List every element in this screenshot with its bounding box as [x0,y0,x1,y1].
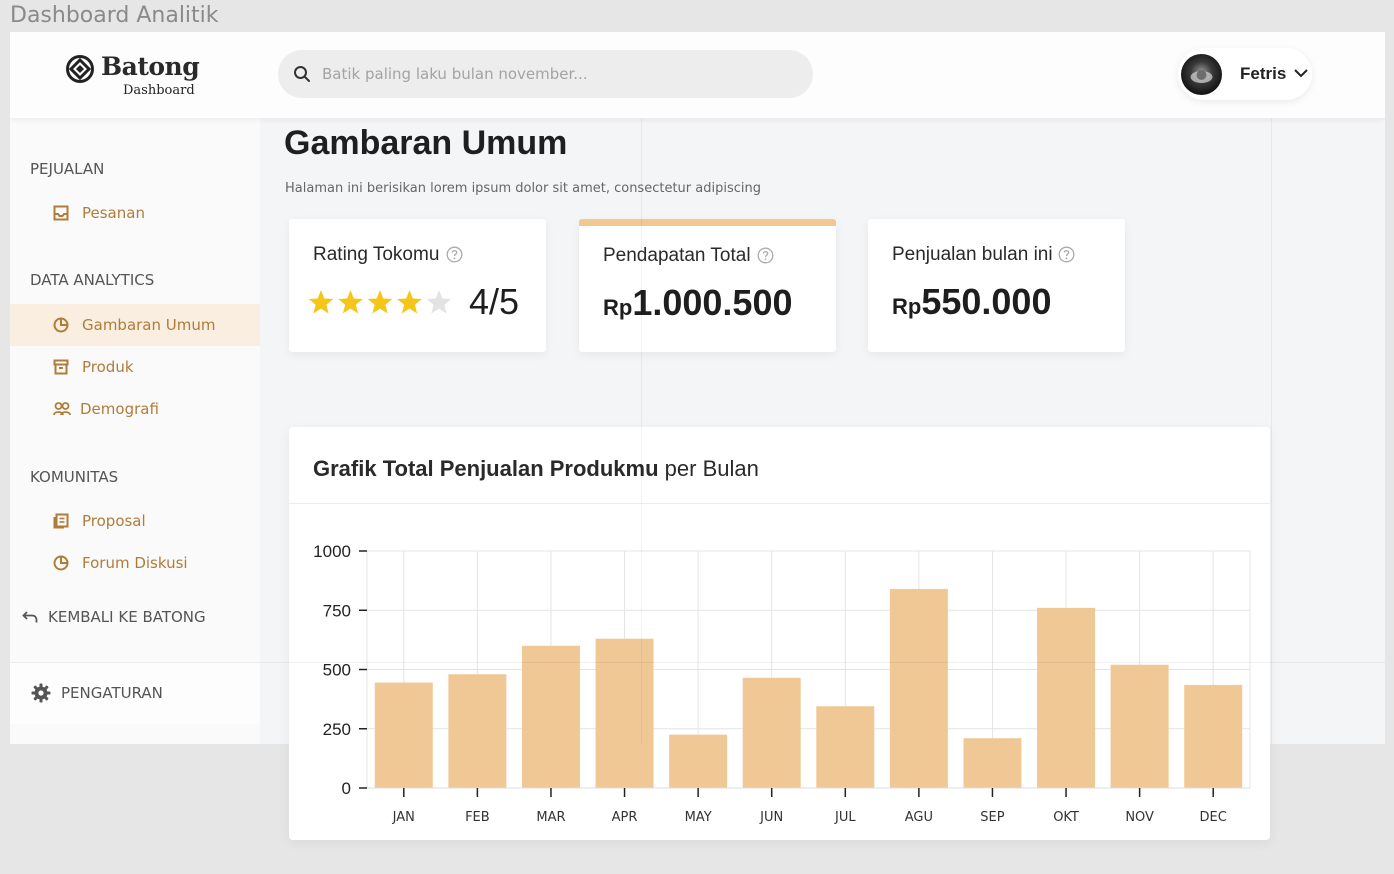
card-title: Pendapatan Total [603,245,751,266]
sidebar-section-sales: PEJUALAN [30,160,105,178]
back-arrow-icon [22,611,38,623]
sidebar-item-gambaran-umum[interactable]: Gambaran Umum [10,304,260,346]
x-tick-label: JUL [834,810,856,825]
sidebar-item-forum-diskusi[interactable]: Forum Diskusi [10,542,260,584]
star-empty-icon [426,290,452,314]
bar-nov [1110,664,1169,788]
gear-icon [31,683,51,703]
card-title: Penjualan bulan ini [892,244,1053,265]
y-tick-label: 750 [323,601,351,620]
star-rating [308,290,452,314]
sidebar: PEJUALAN Pesanan DATA ANALYTICS Gambaran… [10,118,260,744]
x-tick-label: JAN [392,810,415,825]
x-tick-label: MAR [536,810,565,825]
x-tick-label: OKT [1053,810,1079,825]
x-tick-label: NOV [1125,810,1154,825]
brand-logo[interactable]: Batong Dashboard [66,52,200,102]
sidebar-item-label: Demografi [80,400,159,418]
search-input[interactable] [322,50,792,98]
x-tick-label: MAY [685,810,712,825]
page-description: Halaman ini berisikan lorem ipsum dolor … [285,181,761,196]
revenue-card: Pendapatan Total Rp1.000.500 [579,219,836,352]
bar-may [669,734,728,788]
chevron-down-icon[interactable] [1294,68,1308,78]
bar-feb [448,674,507,788]
settings-button[interactable]: PENGATURAN [10,662,260,724]
bar-jun [742,677,801,788]
settings-label: PENGATURAN [61,684,163,702]
avatar [1181,54,1222,95]
page-title: Gambaran Umum [284,124,568,162]
sidebar-item-label: Gambaran Umum [82,316,216,334]
bar-jul [816,706,875,788]
y-tick-label: 0 [342,779,351,798]
bar-mar [521,645,580,788]
sidebar-item-proposal[interactable]: Proposal [10,500,260,542]
search-bar[interactable] [278,50,813,98]
help-icon[interactable] [446,246,463,263]
revenue-value: Rp1.000.500 [603,282,792,324]
user-name: Fetris [1240,64,1287,83]
help-icon[interactable] [757,247,774,264]
user-menu[interactable]: Fetris [1178,48,1312,100]
x-tick-label: JUN [759,810,783,825]
currency-label: Rp [603,295,633,320]
brand-subtitle: Dashboard [123,83,195,98]
sidebar-item-label: Pesanan [82,204,145,222]
sidebar-section-analytics: DATA ANALYTICS [30,271,155,289]
back-link-label: KEMBALI KE BATONG [48,608,206,626]
y-tick-label: 1000 [313,542,351,561]
x-tick-label: SEP [980,810,1004,825]
rating-card: Rating Tokomu 4/5 [289,219,546,352]
inbox-icon [53,205,69,221]
bar-chart: 0 250 500 750 1000 JAN FEB MAR APR MAY JUN JUL AGU SE… [313,542,1251,825]
sidebar-item-label: Proposal [82,512,146,530]
star-filled-icon [308,290,334,314]
bar-agu [889,588,948,788]
search-icon [294,66,310,82]
y-tick-label: 250 [323,720,351,739]
x-tick-label: DEC [1200,810,1227,825]
logo-diamond-icon [66,55,94,83]
amount: 550.000 [921,281,1052,322]
bar-sep [963,738,1022,788]
sidebar-item-demografi[interactable]: Demografi [10,388,260,430]
help-icon[interactable] [1058,246,1075,263]
back-to-batong-link[interactable]: KEMBALI KE BATONG [22,604,242,634]
document-icon [53,513,69,529]
sidebar-section-community: KOMUNITAS [30,468,119,486]
bar-dec [1184,684,1243,788]
star-filled-icon [338,290,363,314]
brand-name: Batong [101,52,200,81]
window-title: Dashboard Analitik [10,3,219,28]
bar-jan [374,682,433,788]
sidebar-item-pesanan[interactable]: Pesanan [10,192,260,234]
card-title: Rating Tokomu [313,244,440,265]
sidebar-item-produk[interactable]: Produk [10,346,260,388]
top-bar: Batong Dashboard Fetris [10,32,1385,118]
y-tick-label: 500 [323,661,351,680]
monthly-sales-card: Penjualan bulan ini Rp550.000 [868,219,1125,352]
bar-okt [1037,607,1096,788]
bar-apr [595,638,654,788]
pie-chart-icon [53,555,69,571]
x-tick-label: FEB [465,810,490,825]
sales-value: Rp550.000 [892,281,1051,323]
x-tick-label: APR [612,810,638,825]
star-filled-icon [367,290,393,314]
amount: 1.000.500 [632,282,793,323]
x-tick-label: AGU [905,810,933,825]
sales-chart-card: Grafik Total Penjualan Produkmu per Bula… [289,427,1270,840]
sidebar-item-label: Forum Diskusi [82,554,188,572]
pie-chart-icon [53,317,69,333]
rating-value: 4/5 [469,281,520,322]
sidebar-item-label: Produk [82,358,134,376]
archive-icon [53,359,69,375]
currency-label: Rp [892,294,922,319]
users-icon [53,402,71,416]
star-filled-icon [397,290,422,314]
